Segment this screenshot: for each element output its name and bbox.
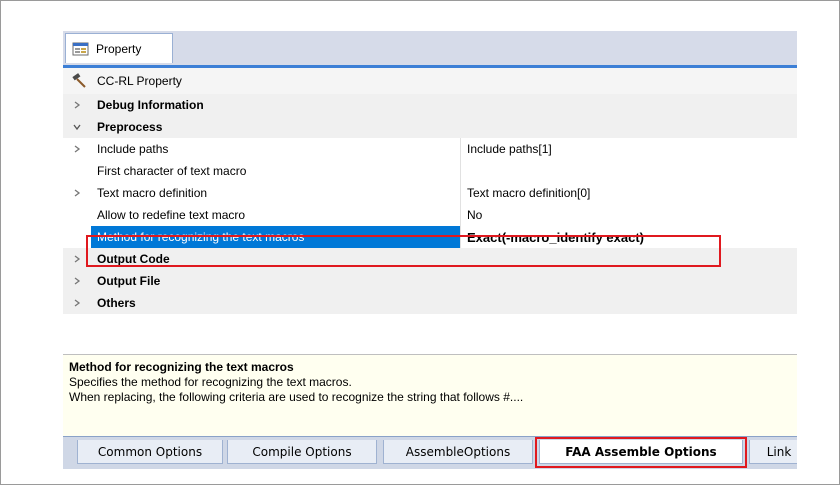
- category-output-code[interactable]: Output Code: [63, 248, 797, 270]
- tab-label: Link: [766, 444, 792, 459]
- category-label: Preprocess: [97, 120, 163, 134]
- tab-label: Common Options: [97, 444, 203, 459]
- chevron-right-icon[interactable]: [63, 182, 91, 204]
- category-others[interactable]: Others: [63, 292, 797, 314]
- property-name: Text macro definition: [91, 182, 461, 204]
- category-label: Others: [97, 296, 136, 310]
- options-tabstrip: Common Options Compile Options AssembleO…: [63, 436, 797, 469]
- tab-compile-options[interactable]: Compile Options: [227, 440, 377, 464]
- property-row-include-paths[interactable]: Include paths Include paths[1]: [63, 138, 797, 161]
- property-window-icon: [72, 42, 89, 55]
- property-row-first-character[interactable]: First character of text macro: [63, 160, 797, 183]
- property-value[interactable]: Text macro definition[0]: [461, 186, 797, 200]
- category-debug-information[interactable]: Debug Information: [63, 94, 797, 116]
- panel-tabstrip: Property: [63, 31, 797, 68]
- property-grid: Debug Information Preprocess Include pat…: [63, 94, 797, 354]
- header-title: CC-RL Property: [97, 74, 182, 88]
- property-value[interactable]: Exact(-macro_identify exact): [461, 230, 797, 245]
- hammer-icon: [72, 73, 86, 88]
- chevron-right-icon[interactable]: [63, 248, 91, 270]
- tab-label: AssembleOptions: [405, 444, 511, 459]
- chevron-right-icon[interactable]: [63, 292, 91, 314]
- tab-common-options[interactable]: Common Options: [77, 440, 223, 464]
- property-row-method-recognizing[interactable]: Method for recognizing the text macros E…: [63, 226, 797, 249]
- property-name: Allow to redefine text macro: [91, 204, 461, 226]
- chevron-right-icon[interactable]: [63, 138, 91, 160]
- tab-assemble-options[interactable]: AssembleOptions: [383, 440, 533, 464]
- chevron-down-icon[interactable]: [63, 116, 91, 138]
- property-row-allow-redefine[interactable]: Allow to redefine text macro No: [63, 204, 797, 227]
- category-label: Output Code: [97, 252, 170, 266]
- description-line1: Specifies the method for recognizing the…: [69, 375, 352, 389]
- tab-label: FAA Assemble Options: [565, 444, 717, 459]
- tab-label: Compile Options: [252, 444, 352, 459]
- category-preprocess[interactable]: Preprocess: [63, 116, 797, 138]
- chevron-right-icon[interactable]: [63, 270, 91, 292]
- category-label: Debug Information: [97, 98, 204, 112]
- tab-link[interactable]: Link: [749, 440, 797, 464]
- category-label: Output File: [97, 274, 161, 288]
- property-header: CC-RL Property: [63, 68, 797, 95]
- tab-property[interactable]: Property: [65, 33, 173, 63]
- tab-faa-assemble-options[interactable]: FAA Assemble Options: [539, 440, 743, 464]
- chevron-right-icon[interactable]: [63, 94, 91, 116]
- property-name: First character of text macro: [91, 160, 461, 182]
- property-row-text-macro-definition[interactable]: Text macro definition Text macro definit…: [63, 182, 797, 205]
- property-value[interactable]: No: [461, 208, 797, 222]
- description-title: Method for recognizing the text macros: [69, 360, 294, 374]
- property-name: Include paths: [91, 138, 461, 160]
- property-description: Method for recognizing the text macros S…: [63, 354, 797, 436]
- property-value[interactable]: Include paths[1]: [461, 142, 797, 156]
- property-name: Method for recognizing the text macros: [91, 226, 461, 248]
- tab-property-label: Property: [96, 41, 142, 56]
- property-panel: Property CC-RL Property Debug Informatio…: [63, 31, 797, 469]
- category-output-file[interactable]: Output File: [63, 270, 797, 292]
- description-line2: When replacing, the following criteria a…: [69, 390, 524, 404]
- screenshot-frame: Property CC-RL Property Debug Informatio…: [0, 0, 840, 485]
